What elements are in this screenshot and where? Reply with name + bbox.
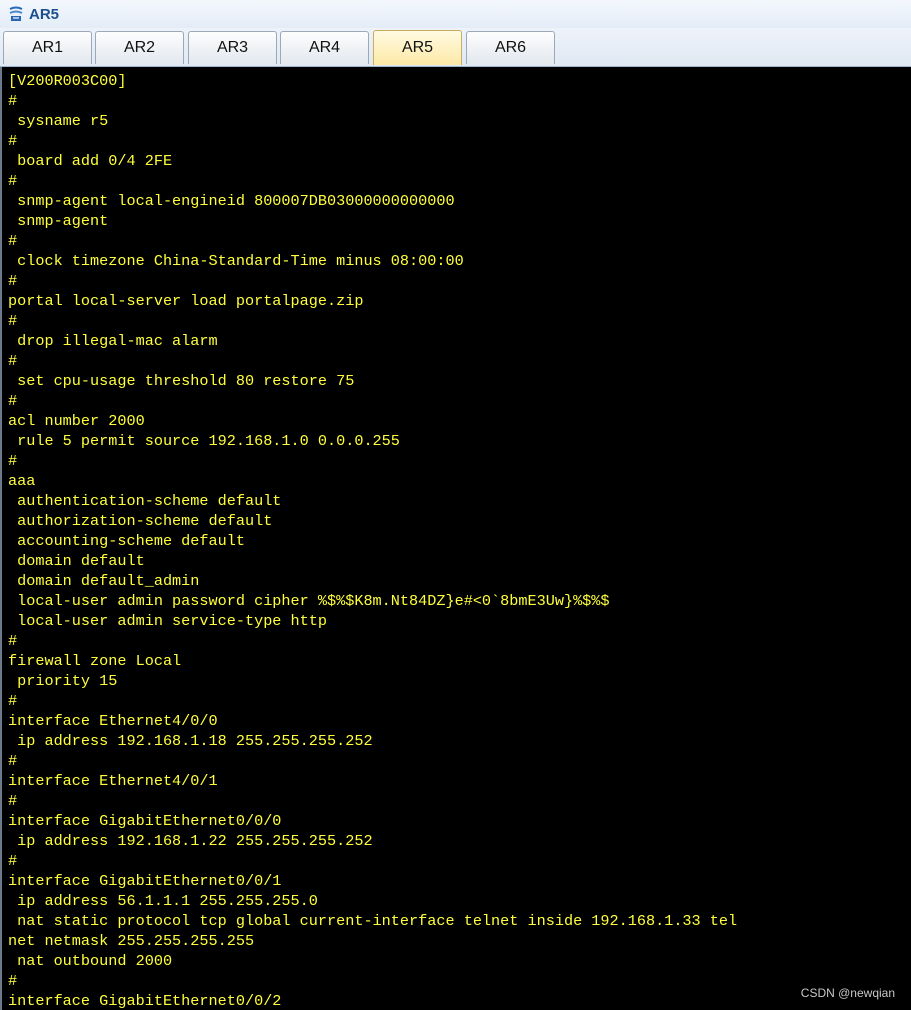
terminal-line: # [8, 172, 18, 190]
app-window: AR5 AR1 AR2 AR3 AR4 AR5 AR6 [V200R003C00… [0, 0, 911, 1010]
terminal-line: firewall zone Local [8, 652, 182, 670]
device-tab-bar: AR1 AR2 AR3 AR4 AR5 AR6 [0, 28, 911, 67]
terminal-line: authorization-scheme default [8, 512, 273, 530]
window-title: AR5 [29, 5, 60, 23]
terminal-line: # [8, 752, 18, 770]
terminal-line: # [8, 632, 18, 650]
terminal-line: board add 0/4 2FE [8, 152, 173, 170]
terminal-line: # [8, 272, 18, 290]
terminal-line: # [8, 132, 18, 150]
terminal-line: # [8, 452, 18, 470]
terminal-line: acl number 2000 [8, 412, 145, 430]
terminal-line: net netmask 255.255.255.255 [8, 932, 255, 950]
terminal-line: # [8, 972, 18, 990]
terminal-line: drop illegal-mac alarm [8, 332, 218, 350]
terminal-line: ip address 192.168.1.22 255.255.255.252 [8, 832, 373, 850]
terminal-line: portal local-server load portalpage.zip [8, 292, 364, 310]
terminal-line: interface GigabitEthernet0/0/1 [8, 872, 282, 890]
terminal-line: interface Ethernet4/0/1 [8, 772, 218, 790]
terminal-line: domain default_admin [8, 572, 200, 590]
terminal-line: interface Ethernet4/0/0 [8, 712, 218, 730]
terminal-line: interface GigabitEthernet0/0/0 [8, 812, 282, 830]
terminal-line: sysname r5 [8, 112, 109, 130]
terminal-line: # [8, 692, 18, 710]
tab-ar4[interactable]: AR4 [280, 31, 369, 64]
terminal-console[interactable]: [V200R003C00] # sysname r5 # board add 0/4… [0, 67, 911, 1010]
terminal-output: [V200R003C00] # sysname r5 # board add 0/4… [8, 71, 737, 1010]
terminal-line: interface GigabitEthernet0/0/2 [8, 992, 282, 1010]
terminal-line: nat outbound 2000 [8, 952, 173, 970]
terminal-line: aaa [8, 472, 36, 490]
terminal-line: nat static protocol tcp global current-i… [8, 912, 738, 930]
terminal-line: priority 15 [8, 672, 118, 690]
terminal-line: # [8, 312, 18, 330]
terminal-line: local-user admin service-type http [8, 612, 327, 630]
terminal-line: snmp-agent [8, 212, 109, 230]
watermark: CSDN @newqian [800, 986, 895, 1000]
terminal-line: [V200R003C00] [8, 72, 127, 90]
terminal-line: # [8, 352, 18, 370]
terminal-line: # [8, 92, 18, 110]
terminal-line: local-user admin password cipher %$%$K8m… [8, 592, 610, 610]
terminal-line: ip address 56.1.1.1 255.255.255.0 [8, 892, 318, 910]
terminal-line: domain default [8, 552, 145, 570]
terminal-line: authentication-scheme default [8, 492, 282, 510]
tab-ar5[interactable]: AR5 [373, 30, 462, 65]
terminal-line: clock timezone China-Standard-Time minus… [8, 252, 464, 270]
terminal-line: # [8, 852, 18, 870]
tab-ar1[interactable]: AR1 [3, 31, 92, 64]
tab-ar6[interactable]: AR6 [466, 31, 555, 64]
terminal-line: rule 5 permit source 192.168.1.0 0.0.0.2… [8, 432, 400, 450]
terminal-line: snmp-agent local-engineid 800007DB030000… [8, 192, 455, 210]
title-bar: AR5 [0, 0, 911, 28]
tab-ar2[interactable]: AR2 [95, 31, 184, 64]
router-app-icon [9, 6, 23, 21]
terminal-line: ip address 192.168.1.18 255.255.255.252 [8, 732, 373, 750]
terminal-line: # [8, 792, 18, 810]
terminal-line: set cpu-usage threshold 80 restore 75 [8, 372, 355, 390]
terminal-line: # [8, 392, 18, 410]
tab-ar3[interactable]: AR3 [188, 31, 277, 64]
terminal-line: # [8, 232, 18, 250]
terminal-line: accounting-scheme default [8, 532, 245, 550]
